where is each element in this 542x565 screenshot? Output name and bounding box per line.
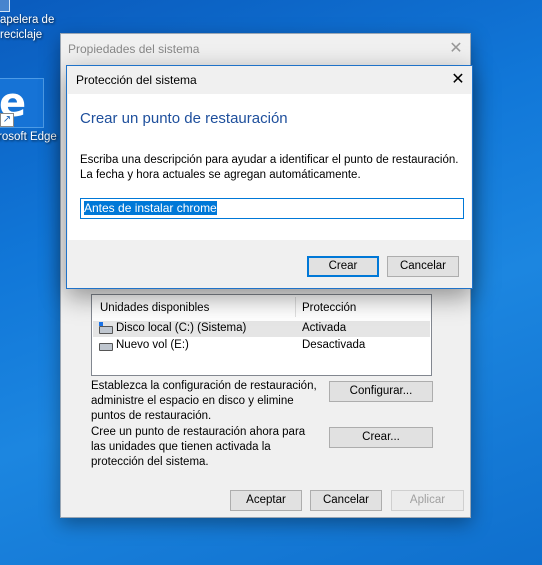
configure-description: Establezca la configuración de restaurac… bbox=[91, 380, 317, 422]
drive-protection: Desactivada bbox=[302, 339, 366, 351]
table-row[interactable]: Disco local (C:) (Sistema) Activada bbox=[93, 321, 430, 337]
create-description: Cree un punto de restauración ahora para… bbox=[91, 426, 306, 468]
dialog-title: Protección del sistema bbox=[76, 73, 197, 87]
edge-label[interactable]: rosoft Edge bbox=[0, 130, 57, 145]
dialog-description: Escriba una descripción para ayudar a id… bbox=[80, 154, 459, 181]
recycle-bin-icon[interactable] bbox=[0, 0, 10, 12]
drive-name: Nuevo vol (E:) bbox=[116, 339, 189, 351]
recycle-bin-label-line1: apelera de bbox=[0, 14, 55, 26]
recycle-bin-label[interactable]: apelera de reciclaje bbox=[0, 13, 54, 43]
dialog-cancel-button[interactable]: Cancelar bbox=[387, 256, 459, 277]
recycle-bin-label-line2: reciclaje bbox=[0, 29, 43, 41]
close-icon[interactable]: ✕ bbox=[447, 41, 465, 57]
create-button[interactable]: Crear bbox=[307, 256, 379, 277]
configure-button[interactable]: Configurar... bbox=[329, 381, 433, 402]
dialog-heading: Crear un punto de restauración bbox=[80, 110, 288, 127]
apply-button[interactable]: Aplicar bbox=[391, 490, 464, 511]
drive-protection: Activada bbox=[302, 322, 347, 334]
drive-icon bbox=[99, 343, 113, 351]
system-drive-icon bbox=[99, 322, 113, 334]
column-header-protection[interactable]: Protección bbox=[302, 302, 356, 314]
restore-point-description-input[interactable]: Antes de instalar chrome bbox=[80, 198, 464, 219]
system-protection-dialog: Protección del sistema ✕ Crear un punto … bbox=[66, 65, 473, 289]
input-selected-text: Antes de instalar chrome bbox=[84, 201, 217, 215]
dialog-content-area: Crear un punto de restauración Escriba u… bbox=[68, 94, 471, 240]
accept-button[interactable]: Aceptar bbox=[230, 490, 302, 511]
drives-list[interactable]: Unidades disponibles Protección Disco lo… bbox=[91, 294, 432, 376]
column-divider bbox=[295, 297, 296, 317]
close-icon[interactable]: ✕ bbox=[449, 72, 467, 88]
window-title: Propiedades del sistema bbox=[68, 42, 200, 56]
create-restore-point-button[interactable]: Crear... bbox=[329, 427, 433, 448]
column-header-drives[interactable]: Unidades disponibles bbox=[100, 302, 209, 314]
shortcut-arrow-icon: ↗ bbox=[0, 113, 14, 127]
cancel-button[interactable]: Cancelar bbox=[310, 490, 382, 511]
table-row[interactable]: Nuevo vol (E:) Desactivada bbox=[93, 338, 430, 354]
drive-name: Disco local (C:) (Sistema) bbox=[116, 322, 247, 334]
